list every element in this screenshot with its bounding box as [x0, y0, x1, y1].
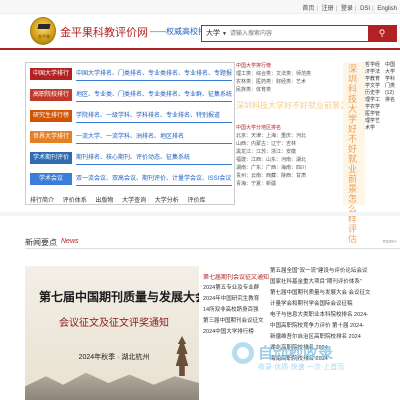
top-link-english[interactable]: English — [377, 6, 397, 12]
news-title: 新闻要点 — [25, 238, 57, 247]
region-ranking-line[interactable]: 黑龙江：江苏：浙江：安徽 — [236, 148, 346, 156]
nav-row-graduate: 研究生排行榜 学院排名、一级学科、学科排名、专业排名、特别报道 — [30, 110, 232, 123]
discipline-list[interactable]: 哲学经济学法学教育学文学历史学理学工学农学医学管理学艺术学 — [365, 62, 381, 132]
nav-divider — [76, 143, 232, 144]
news-item[interactable]: 第三届中国期刊会议征文 — [203, 316, 273, 327]
news-item[interactable]: 第五届全国"双一流"建设与评价论坛会议 — [270, 266, 398, 277]
link-ranking-intro[interactable]: 排行简介 — [30, 198, 54, 204]
search-bar: 大学▼ ⚲ — [201, 25, 397, 42]
search-scope-value: 大学 — [206, 30, 220, 37]
nav-row-china-univ: 中国大学排行 中国大学排名、门类排名、专业类排名、专业排名、专题报道 — [30, 68, 232, 81]
news-list-left: 第七届期刊会议征文通知 2024第五专业及专业群 2024年中国研究生教育 14… — [203, 274, 273, 338]
site-header: 金平果 金平果科教评价网 ——权威高校排名 大学▼ ⚲ — [0, 14, 400, 50]
category-ranking-heading[interactable]: 中国大学排行榜 — [236, 62, 346, 70]
link-publications[interactable]: 出版物 — [95, 198, 113, 204]
news-item[interactable]: 国家社科基金重大项目“期刊评价体系” — [270, 277, 398, 288]
vertical-ad-text: 深圳科技大学好不好就业前景怎么样评估 — [348, 64, 358, 244]
feature-image-line: 2024年秋季 · 湖北杭州 — [78, 354, 150, 361]
region-ranking-heading[interactable]: 中国大学分地区排名 — [236, 124, 346, 132]
nav-links-china-univ[interactable]: 中国大学排名、门类排名、专业类排名、专业排名、专题报道 — [76, 68, 232, 80]
graduation-cap-icon — [37, 24, 51, 29]
nav-divider — [76, 101, 232, 102]
right-column: 哲学经济学法学教育学文学历史学理学工学农学医学管理学艺术学 中国大学学科门类(1… — [365, 62, 400, 205]
logo-text: 金平果 — [38, 34, 50, 39]
nav-tag-conferences[interactable]: 学术会议 — [30, 173, 72, 185]
nav-links-graduate[interactable]: 学院排名、一级学科、学科排名、专业排名、特别报道 — [76, 110, 232, 122]
news-header: 新闻要点 News more+ — [25, 237, 400, 249]
nav-row-world-univ: 世界大学排行 一流大学、一流学科、洲排名、地区排名 — [30, 131, 232, 144]
nav-divider — [76, 80, 232, 81]
section-divider — [0, 212, 400, 216]
link-evaluation-system[interactable]: 评价体系 — [63, 198, 87, 204]
nav-links-journals[interactable]: 期刊排名、核心期刊、评价动态、征集系统 — [76, 152, 232, 164]
site-logo[interactable]: 金平果 — [30, 17, 56, 45]
region-ranking-line[interactable]: 北京：天津：上海：重庆：河北 — [236, 132, 346, 140]
news-item[interactable]: 2024年中国研究生教育 — [203, 294, 273, 305]
news-item[interactable]: 中国高职院校竞争力评价 第十届 2024- — [270, 321, 398, 332]
nav-tag-china-univ[interactable]: 中国大学排行 — [30, 68, 72, 80]
overlay-ad-text: 深圳科技大学好不好就业前景怎么样 — [236, 101, 344, 110]
search-scope-select[interactable]: 大学 ▼ — [202, 26, 228, 41]
nav-divider — [76, 122, 232, 123]
news-item[interactable]: 2024中国大学排行榜 — [203, 327, 273, 338]
nav-divider — [76, 185, 232, 186]
news-headline[interactable]: 第七届期刊会议征文通知 — [203, 274, 273, 283]
search-button[interactable]: ⚲ — [368, 26, 396, 41]
nav-links-vocational[interactable]: 地区、专业类、门类排名、专业类排名、专业群、征集系统 — [76, 89, 232, 101]
nav-row-journals: 学术期刊评价 期刊排名、核心期刊、评价动态、征集系统 — [30, 152, 232, 165]
nav-row-vocational: 高职院校排行 地区、专业类、门类排名、专业类排名、专业群、征集系统 — [30, 89, 232, 102]
watermark-overlay: 自动秒收录 收录·优质·快速·一次·上首页 — [232, 340, 392, 380]
news-item[interactable]: 14所双非高校跻身百强 — [203, 305, 273, 316]
top-link-register[interactable]: 注册 — [322, 3, 334, 12]
watermark-title: 自动秒收录 — [258, 345, 334, 362]
category-ranking-block: 中国大学排行榜 理工类：综合类：文法类：师范类 农林类：医药类：财经类：艺术 民… — [236, 62, 346, 94]
nav-links-conferences[interactable]: 双一流会议、双高会议、期刊评价、计量学会议、ISSI会议 — [76, 173, 232, 185]
discipline-ranking-title[interactable]: 中国大学学科门类(12)排名 — [385, 62, 397, 104]
top-link-home[interactable]: 首页 — [302, 3, 314, 12]
nav-divider — [76, 164, 232, 165]
nav-tag-graduate[interactable]: 研究生排行榜 — [30, 110, 72, 122]
nav-bottom-links: 排行简介 评价体系 出版物 大学查询 大学分析 评价库 — [30, 195, 232, 204]
news-more-link[interactable]: more+ — [383, 239, 397, 245]
feature-image-line: 会议征文及征文评奖通知 — [59, 318, 169, 329]
nav-links-world-univ[interactable]: 一流大学、一流学科、洲排名、地区排名 — [76, 131, 232, 143]
region-ranking-block: 中国大学分地区排名 北京：天津：上海：重庆：河北 山西：内蒙古：辽宁：吉林 黑龙… — [236, 124, 346, 188]
news-title-en: News — [61, 238, 79, 245]
search-input[interactable] — [230, 28, 360, 39]
top-link-login[interactable]: 登录 — [341, 3, 353, 12]
region-ranking-line[interactable]: 福建：江西：山东：河南：湖北 — [236, 156, 346, 164]
category-ranking-line[interactable]: 民族类：体育类 — [236, 86, 346, 94]
region-ranking-line[interactable]: 贵州：云南：西藏：陕西：甘肃 — [236, 172, 346, 180]
news-item[interactable]: 2024第五专业及专业群 — [203, 283, 273, 294]
nav-row-conferences: 学术会议 双一流会议、双高会议、期刊评价、计量学会议、ISSI会议 — [30, 173, 232, 186]
category-ranking-line[interactable]: 农林类：医药类：财经类：艺术 — [236, 78, 346, 86]
news-item[interactable]: 电子与信息大类职业本科院校排名 2024- — [270, 310, 398, 321]
category-ranking-line[interactable]: 理工类：综合类：文法类：师范类 — [236, 70, 346, 78]
top-links: 首页 | 注册 | 登录 | DSI | English — [302, 3, 397, 12]
search-icon: ⚲ — [378, 28, 386, 38]
nav-tag-vocational[interactable]: 高职院校排行 — [30, 89, 72, 101]
top-bar: 首页 | 注册 | 登录 | DSI | English — [0, 0, 400, 14]
feature-image-line: 第七届中国期刊质量与发展大会 — [39, 290, 199, 304]
top-link-dsi[interactable]: DSI — [360, 6, 370, 12]
link-univ-analysis[interactable]: 大学分析 — [155, 198, 179, 204]
region-ranking-line[interactable]: 湖南：广东：广西：海南：四川 — [236, 164, 346, 172]
news-item[interactable]: 第七届中国期刊质量与发展大会 会议征文 — [270, 288, 398, 299]
region-ranking-line[interactable]: 山西：内蒙古：辽宁：吉林 — [236, 140, 346, 148]
middle-column: 中国大学排行榜 理工类：综合类：文法类：师范类 农林类：医药类：财经类：艺术 民… — [236, 62, 346, 205]
site-title[interactable]: 金平果科教评价网 — [60, 24, 148, 40]
link-univ-query[interactable]: 大学查询 — [122, 198, 146, 204]
news-feature-image[interactable]: 第七届中国期刊质量与发展大会 会议征文及征文评奖通知 2024年秋季 · 湖北杭… — [25, 266, 199, 400]
watermark-subtitle: 收录·优质·快速·一次·上首页 — [258, 364, 345, 371]
watermark-logo-icon — [232, 342, 254, 364]
nav-tag-journals[interactable]: 学术期刊评价 — [30, 152, 72, 164]
nav-tag-world-univ[interactable]: 世界大学排行 — [30, 131, 72, 143]
region-ranking-line[interactable]: 青海：宁夏：新疆 — [236, 180, 346, 188]
mountain-illustration — [25, 372, 199, 400]
link-evaluation-db[interactable]: 评价库 — [187, 198, 205, 204]
news-item[interactable]: 计量学会和期刊学会国际会议征稿 — [270, 299, 398, 310]
vertical-ad-banner[interactable]: 深圳科技大学好不好就业前景怎么样评估 — [343, 62, 365, 244]
ranking-nav-panel: 中国大学排行 中国大学排名、门类排名、专业类排名、专业排名、专题报道 高职院校排… — [25, 62, 235, 205]
chevron-down-icon: ▼ — [222, 31, 227, 37]
